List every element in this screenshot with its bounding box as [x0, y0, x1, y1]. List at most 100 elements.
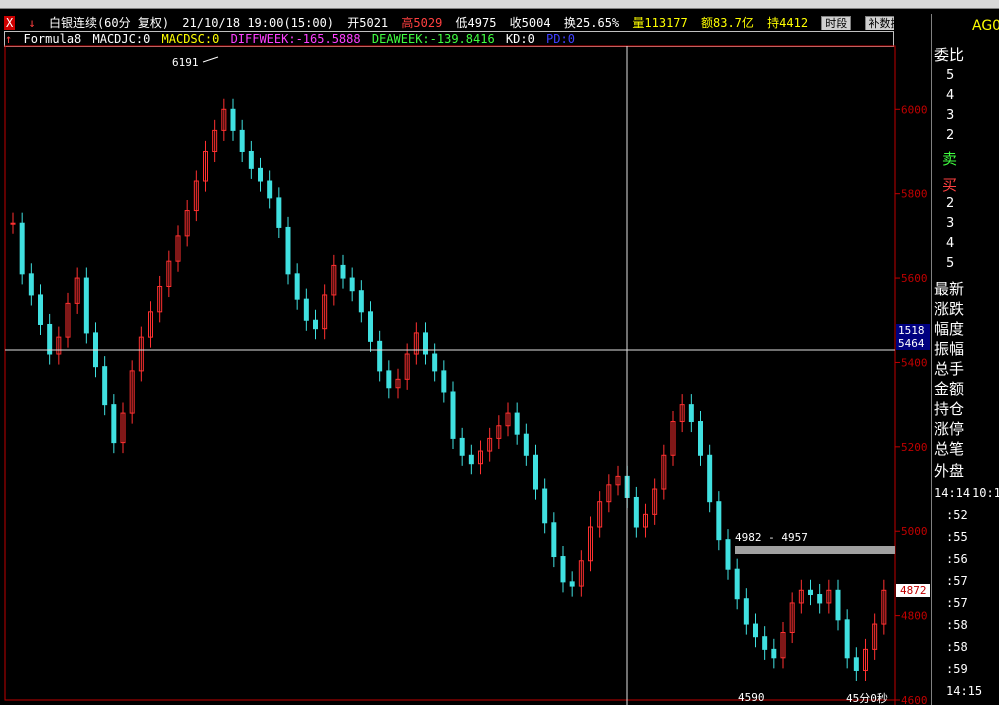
tick-time: :57 — [946, 574, 968, 588]
candle-body — [523, 433, 529, 456]
candle-body — [450, 391, 456, 439]
candle-body — [716, 501, 722, 541]
low-label: 4590 — [738, 691, 765, 704]
tick-time: :58 — [946, 618, 968, 632]
candle-body — [817, 594, 823, 604]
candle-body — [368, 311, 373, 342]
quote-panel: AG0 委比 5 4 3 2 2 3 4 5 卖 买 最新涨跌幅度振幅总手金额持仓涨停总笔 外… — [931, 14, 999, 705]
candle-body — [248, 150, 254, 169]
candle-body — [844, 619, 850, 659]
candle-body — [19, 222, 25, 275]
y-tick-label: 4600 — [901, 694, 928, 705]
candle-body — [853, 657, 859, 671]
buy-label: 买 — [942, 176, 958, 194]
candle-body — [276, 197, 282, 228]
candle-body — [762, 636, 768, 650]
contract-code: AG0 — [972, 18, 999, 34]
quote-field-label: 幅度 — [934, 320, 965, 338]
candle-body — [83, 277, 89, 334]
candle-body — [808, 589, 813, 596]
candle-body — [28, 273, 34, 296]
tick-time: 10:1 — [972, 486, 999, 500]
order-level: 5 — [946, 68, 955, 83]
candle-body — [441, 370, 447, 393]
candle-body — [468, 454, 474, 465]
candle-body — [102, 366, 108, 406]
quote-field-label: 总笔 — [934, 440, 965, 458]
high-label: 6191 — [172, 56, 199, 69]
order-level: 4 — [946, 236, 955, 251]
candle-body — [743, 598, 749, 625]
candle-body — [551, 522, 557, 558]
candle-body — [285, 226, 291, 275]
weibi-label: 委比 — [934, 46, 965, 64]
countdown-timer: 45分0秒 — [846, 691, 888, 705]
candle-body — [771, 648, 777, 659]
sell-label: 卖 — [942, 150, 958, 168]
order-level: 4 — [946, 88, 955, 103]
candle-body — [230, 108, 236, 131]
candle-body — [38, 294, 43, 325]
tick-time: :57 — [946, 596, 968, 610]
candlestick-chart[interactable]: 6000 5800 5600 5400 5200 5000 4800 4600 6191 459… — [0, 0, 931, 705]
candle-body — [267, 180, 273, 199]
candle-body — [688, 404, 694, 423]
order-level: 2 — [946, 196, 955, 211]
high-pointer — [202, 56, 219, 63]
candle-body — [542, 488, 548, 524]
tick-time: :58 — [946, 640, 968, 654]
quote-field-label: 持仓 — [934, 400, 965, 418]
candle-body — [294, 273, 300, 300]
candle-body — [753, 623, 758, 638]
tick-time: :59 — [946, 662, 968, 676]
range-band — [735, 546, 895, 554]
candle-body — [835, 589, 841, 621]
candle-body — [111, 404, 117, 444]
quote-field-label: 振幅 — [934, 340, 965, 358]
candle-body — [707, 454, 713, 503]
y-tick-label: 5800 — [901, 188, 928, 201]
candle-body — [432, 353, 438, 372]
candle-body — [10, 222, 16, 225]
candle-body — [239, 129, 245, 152]
quote-field-label: 金额 — [934, 380, 965, 398]
candle-body — [698, 421, 703, 456]
order-level: 3 — [946, 216, 955, 231]
tick-time: :55 — [946, 530, 968, 544]
cursor-price-top: 1518 — [898, 324, 925, 337]
y-tick-label: 4800 — [901, 610, 928, 623]
candle-body — [560, 556, 566, 583]
candle-body — [734, 568, 740, 600]
order-level: 5 — [946, 256, 955, 271]
candle-body — [313, 319, 318, 330]
quote-field-label: 总手 — [934, 360, 965, 378]
candle-body — [533, 454, 538, 490]
quote-field-label: 最新 — [934, 280, 965, 298]
candle-body — [459, 437, 465, 456]
candle-body — [349, 277, 355, 292]
candle-body — [386, 370, 392, 389]
quote-field-label: 涨跌 — [934, 300, 965, 318]
order-level: 2 — [946, 128, 955, 143]
tick-time: 14:14 — [934, 486, 971, 500]
y-tick-label: 5000 — [901, 525, 928, 538]
y-tick-label: 6000 — [901, 103, 928, 116]
outer-label: 外盘 — [934, 462, 965, 480]
order-level: 3 — [946, 108, 955, 123]
candle-body — [340, 264, 346, 279]
cursor-price-bottom: 5464 — [898, 337, 925, 350]
candle-body — [358, 290, 364, 313]
candle-body — [303, 298, 309, 321]
candle-body — [377, 340, 383, 372]
candle-body — [514, 412, 520, 435]
y-tick-label: 5600 — [901, 272, 928, 285]
y-tick-label: 5200 — [901, 441, 928, 454]
last-price-label: 4872 — [900, 584, 927, 597]
candle-body — [725, 539, 731, 570]
candle-body — [569, 581, 575, 587]
candle-body — [633, 496, 639, 528]
range-label: 4982 - 4957 — [735, 531, 808, 544]
plot-frame — [4, 45, 896, 701]
y-tick-label: 5400 — [901, 356, 928, 369]
quote-field-label: 涨停 — [934, 420, 965, 438]
